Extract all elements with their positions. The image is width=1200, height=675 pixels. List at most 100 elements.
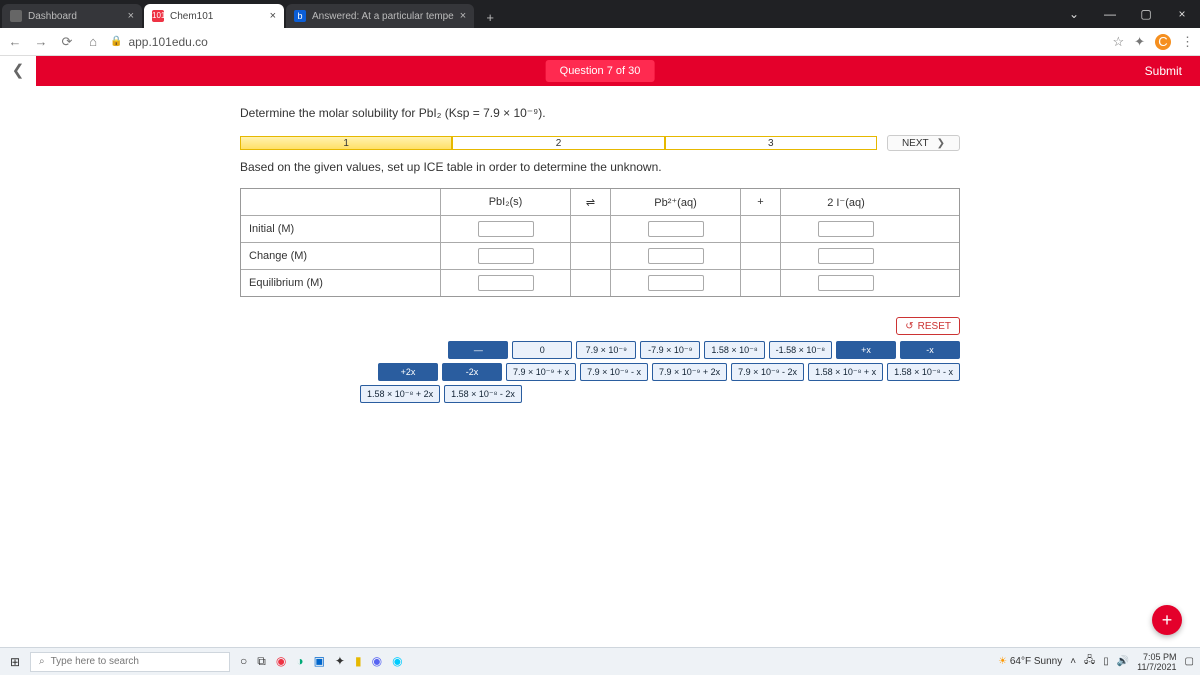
- drop-slot[interactable]: [648, 221, 704, 237]
- tile-ksp-minus-x[interactable]: 7.9 × 10⁻⁹ - x: [580, 363, 648, 381]
- chrome-icon[interactable]: ◉: [276, 654, 286, 669]
- tile-neg-ksp[interactable]: -7.9 × 10⁻⁹: [640, 341, 700, 359]
- profile-avatar[interactable]: C: [1155, 34, 1171, 50]
- back-icon[interactable]: ←: [6, 34, 24, 49]
- discord-icon[interactable]: ◉: [372, 654, 382, 669]
- reset-button[interactable]: ↺ RESET: [896, 317, 960, 335]
- taskbar-search[interactable]: ⌕ Type here to search: [30, 652, 230, 672]
- tile-0[interactable]: 0: [512, 341, 572, 359]
- step-2[interactable]: 2: [452, 136, 664, 150]
- step-indicator: 1 2 3 NEXT ❯: [240, 134, 960, 152]
- tab-bartleby[interactable]: b Answered: At a particular tempe ×: [286, 4, 474, 28]
- tile-ksp-minus-2x[interactable]: 7.9 × 10⁻⁹ - 2x: [731, 363, 804, 381]
- ice-header-row: PbI₂(s) ⇌ Pb²⁺(aq) + 2 I⁻(aq): [241, 189, 959, 216]
- drop-slot[interactable]: [648, 248, 704, 264]
- window-controls: ⌄ ― ▢ ×: [1056, 0, 1200, 28]
- tab-title: Chem101: [170, 11, 213, 22]
- question-banner: ❮ Question 7 of 30 Submit: [0, 56, 1200, 86]
- edge-icon[interactable]: ◉: [392, 654, 402, 669]
- battery-icon[interactable]: ▯: [1103, 656, 1109, 667]
- drop-slot[interactable]: [818, 248, 874, 264]
- tab-favicon: b: [294, 10, 306, 22]
- tile-2ksp-minus-2x[interactable]: 1.58 × 10⁻⁸ - 2x: [444, 385, 522, 403]
- ice-row-change: Change (M): [241, 243, 959, 270]
- home-icon[interactable]: ⌂: [84, 34, 102, 49]
- next-label: NEXT: [902, 138, 929, 149]
- close-icon[interactable]: ×: [128, 10, 134, 22]
- ice-table: PbI₂(s) ⇌ Pb²⁺(aq) + 2 I⁻(aq) Initial (M…: [240, 188, 960, 297]
- star-icon[interactable]: ☆: [1112, 34, 1124, 50]
- drop-slot[interactable]: [478, 275, 534, 291]
- next-button[interactable]: NEXT ❯: [887, 135, 960, 151]
- app-icon[interactable]: ◑: [296, 654, 303, 669]
- tile-2ksp-plus-x[interactable]: 1.58 × 10⁻⁸ + x: [808, 363, 883, 381]
- tile-plus-x[interactable]: +x: [836, 341, 896, 359]
- notifications-icon[interactable]: ▢: [1185, 656, 1194, 667]
- tab-dashboard[interactable]: Dashboard ×: [2, 4, 142, 28]
- tile-blank[interactable]: —: [448, 341, 508, 359]
- back-chevron[interactable]: ❮: [0, 56, 36, 86]
- weather-widget[interactable]: ☀ 64°F Sunny: [998, 656, 1062, 667]
- forward-icon[interactable]: →: [32, 34, 50, 49]
- close-icon[interactable]: ×: [1164, 0, 1200, 28]
- tile-2ksp-minus-x[interactable]: 1.58 × 10⁻⁸ - x: [887, 363, 960, 381]
- tile-ksp-plus-x[interactable]: 7.9 × 10⁻⁹ + x: [506, 363, 576, 381]
- step-1[interactable]: 1: [240, 136, 452, 150]
- close-icon[interactable]: ×: [460, 10, 466, 22]
- tab-title: Answered: At a particular tempe: [312, 11, 454, 22]
- plus-icon: +: [741, 189, 781, 215]
- question-content: Determine the molar solubility for PbI₂ …: [0, 86, 1200, 403]
- add-fab[interactable]: +: [1152, 605, 1182, 635]
- extensions-icon[interactable]: ✦: [1134, 34, 1145, 50]
- row-label: Equilibrium (M): [241, 270, 441, 296]
- ice-col-1: PbI₂(s): [441, 189, 571, 215]
- address-bar: ← → ⟳ ⌂ 🔒 app.101edu.co ☆ ✦ C ⋮: [0, 28, 1200, 56]
- clock[interactable]: 7:05 PM 11/7/2021: [1137, 652, 1176, 672]
- drop-slot[interactable]: [818, 275, 874, 291]
- tab-chem101[interactable]: 101 Chem101 ×: [144, 4, 284, 28]
- tile-neg-2ksp[interactable]: -1.58 × 10⁻⁸: [769, 341, 832, 359]
- close-icon[interactable]: ×: [270, 10, 276, 22]
- drop-slot[interactable]: [478, 248, 534, 264]
- network-icon[interactable]: 🖧: [1084, 653, 1095, 670]
- tile-plus-2x[interactable]: +2x: [378, 363, 438, 381]
- submit-button[interactable]: Submit: [1145, 64, 1182, 78]
- browser-tabbar: Dashboard × 101 Chem101 × b Answered: At…: [0, 0, 1200, 28]
- explorer-icon[interactable]: ▮: [355, 654, 362, 669]
- taskbar-pinned: ○ ⧉ ◉ ◑ ▣ ✦ ▮ ◉ ◉: [240, 654, 403, 669]
- chevron-up-icon[interactable]: ˄: [1070, 656, 1076, 667]
- ice-row-initial: Initial (M): [241, 216, 959, 243]
- taskview-icon[interactable]: ⧉: [257, 654, 266, 669]
- tab-favicon: 101: [152, 10, 164, 22]
- drop-slot[interactable]: [818, 221, 874, 237]
- minimize-icon[interactable]: ―: [1092, 0, 1128, 28]
- url-display[interactable]: 🔒 app.101edu.co: [110, 35, 208, 49]
- store-icon[interactable]: ▣: [314, 654, 325, 669]
- question-counter: Question 7 of 30: [546, 60, 655, 82]
- volume-icon[interactable]: 🔊: [1117, 656, 1129, 667]
- tile-ksp-plus-2x[interactable]: 7.9 × 10⁻⁹ + 2x: [652, 363, 727, 381]
- tile-2ksp-plus-2x[interactable]: 1.58 × 10⁻⁸ + 2x: [360, 385, 440, 403]
- start-button[interactable]: ⊞: [0, 655, 30, 669]
- new-tab-button[interactable]: +: [480, 8, 500, 28]
- answer-tiles: ↺ RESET — 0 7.9 × 10⁻⁹ -7.9 × 10⁻⁹ 1.58 …: [240, 317, 960, 403]
- reload-icon[interactable]: ⟳: [58, 34, 76, 50]
- reset-label: RESET: [918, 321, 951, 332]
- kebab-icon[interactable]: ⋮: [1181, 34, 1194, 50]
- drop-slot[interactable]: [478, 221, 534, 237]
- tile-ksp[interactable]: 7.9 × 10⁻⁹: [576, 341, 636, 359]
- step-3[interactable]: 3: [665, 136, 877, 150]
- tile-minus-x[interactable]: -x: [900, 341, 960, 359]
- search-placeholder: Type here to search: [51, 656, 139, 667]
- tile-2ksp[interactable]: 1.58 × 10⁻⁸: [704, 341, 764, 359]
- app-icon[interactable]: ✦: [335, 654, 345, 669]
- maximize-icon[interactable]: ▢: [1128, 0, 1164, 28]
- windows-taskbar: ⊞ ⌕ Type here to search ○ ⧉ ◉ ◑ ▣ ✦ ▮ ◉ …: [0, 647, 1200, 675]
- tab-title: Dashboard: [28, 11, 77, 22]
- tile-minus-2x[interactable]: -2x: [442, 363, 502, 381]
- instruction-text: Based on the given values, set up ICE ta…: [240, 160, 960, 174]
- cortana-icon[interactable]: ○: [240, 654, 247, 669]
- drop-slot[interactable]: [648, 275, 704, 291]
- chevron-down-icon[interactable]: ⌄: [1056, 0, 1092, 28]
- search-icon: ⌕: [39, 656, 45, 667]
